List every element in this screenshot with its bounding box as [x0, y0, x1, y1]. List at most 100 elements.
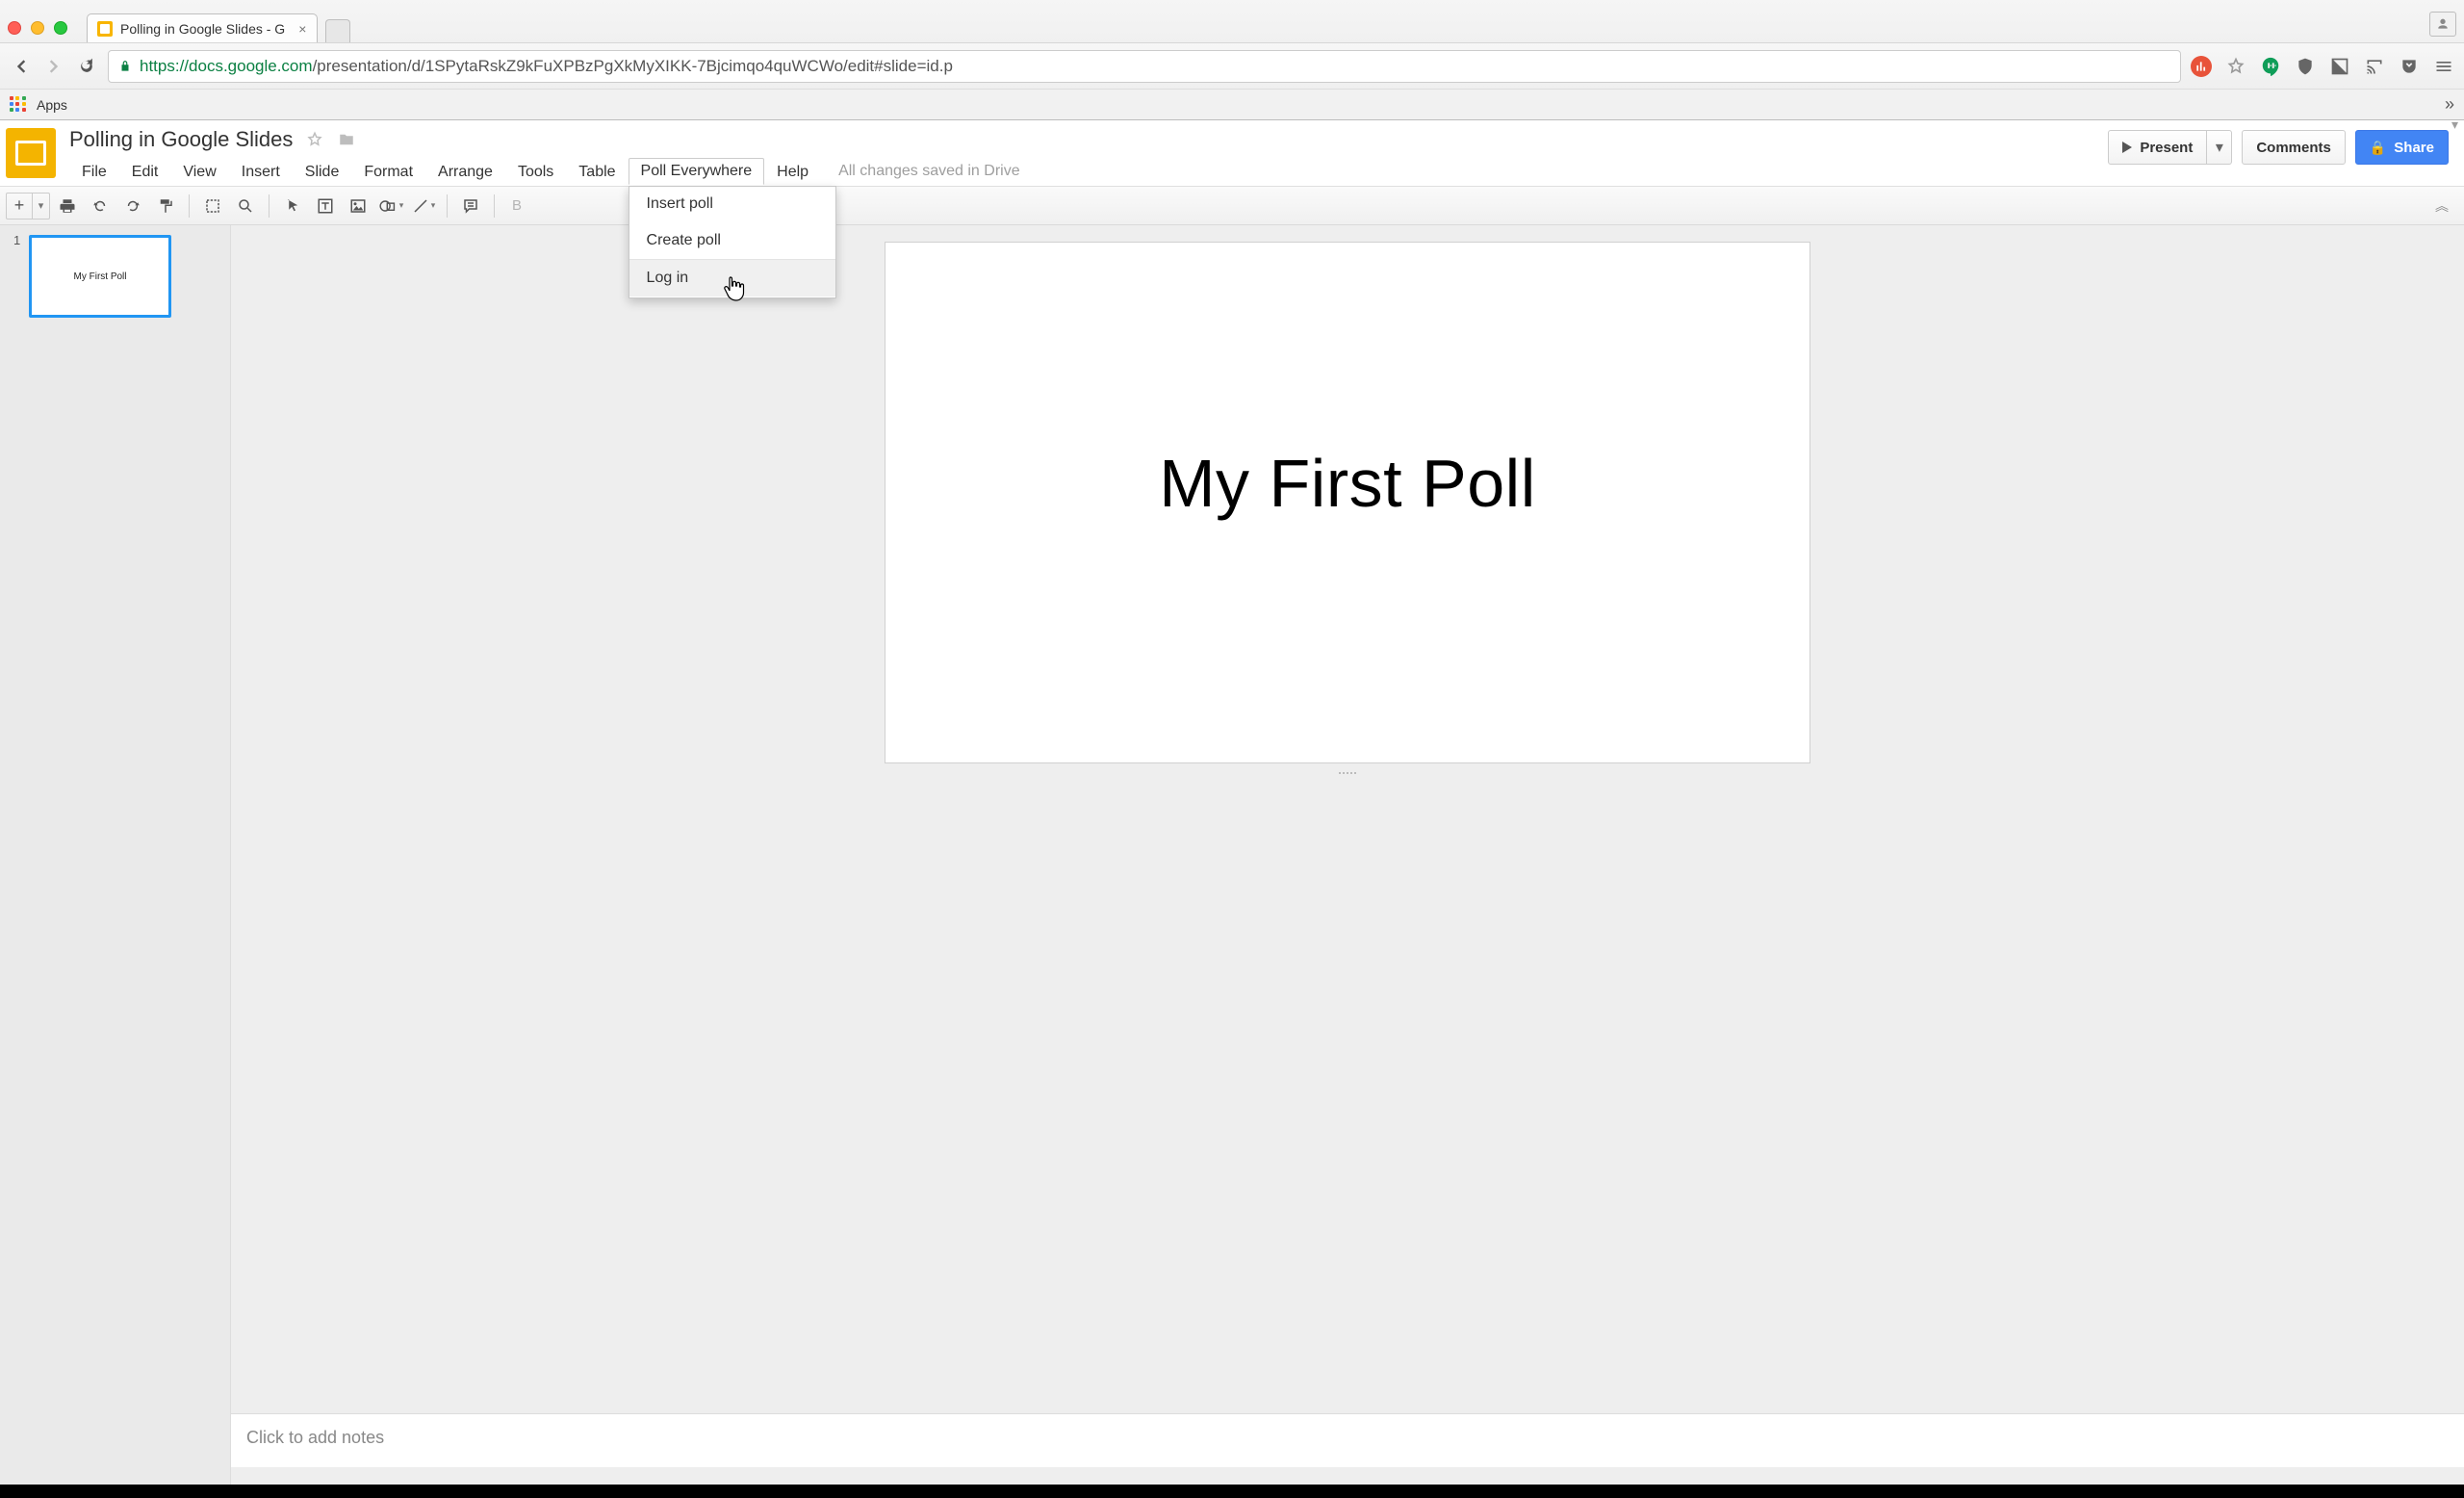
- hamburger-icon: [2434, 57, 2453, 76]
- dropdown-item-create-poll[interactable]: Create poll: [629, 222, 835, 259]
- chrome-menu-button[interactable]: [2433, 56, 2454, 77]
- tab-title: Polling in Google Slides - G: [120, 21, 285, 37]
- select-tool-button[interactable]: [277, 192, 308, 220]
- paint-roller-icon: [157, 197, 174, 215]
- zoom-fit-button[interactable]: [197, 192, 228, 220]
- menu-edit[interactable]: Edit: [119, 159, 171, 185]
- mac-window-controls[interactable]: [8, 21, 67, 35]
- forward-button[interactable]: [42, 55, 65, 78]
- slide-title-text[interactable]: My First Poll: [1159, 445, 1536, 522]
- paint-format-button[interactable]: [150, 192, 181, 220]
- browser-tab-active[interactable]: Polling in Google Slides - G ×: [87, 13, 318, 42]
- redo-icon: [124, 197, 141, 215]
- share-button[interactable]: 🔒 Share: [2355, 130, 2449, 165]
- speaker-notes[interactable]: Click to add notes: [231, 1413, 2464, 1467]
- menu-table[interactable]: Table: [566, 159, 628, 185]
- line-icon: [412, 197, 429, 215]
- redo-button[interactable]: [117, 192, 148, 220]
- arrow-left-icon: [12, 57, 31, 76]
- line-button[interactable]: ▾: [408, 192, 439, 220]
- mac-minimize-icon[interactable]: [31, 21, 44, 35]
- header-actions: Present ▾ Comments 🔒 Share: [2108, 130, 2449, 165]
- person-icon: [2435, 16, 2451, 32]
- poll-everywhere-extension-icon[interactable]: [2191, 56, 2212, 77]
- comment-icon: [462, 197, 479, 215]
- background-button[interactable]: B: [502, 197, 531, 214]
- bottom-border: [0, 1485, 2464, 1498]
- mac-close-icon[interactable]: [8, 21, 21, 35]
- mac-fullscreen-icon[interactable]: [54, 21, 67, 35]
- slide-thumbnail-1[interactable]: 1 My First Poll: [15, 235, 215, 318]
- present-button-group: Present ▾: [2108, 130, 2232, 165]
- image-icon: [349, 197, 367, 215]
- browser-profile-button[interactable]: [2429, 12, 2456, 37]
- menu-poll-everywhere[interactable]: Poll Everywhere: [629, 158, 765, 185]
- browser-chrome: Polling in Google Slides - G × https://d…: [0, 0, 2464, 120]
- shield-icon: [2296, 57, 2315, 76]
- lock-icon: 🔒: [2370, 140, 2386, 156]
- play-icon: [2122, 142, 2132, 153]
- new-slide-button[interactable]: + ▾: [6, 193, 50, 220]
- present-button[interactable]: Present: [2108, 130, 2207, 165]
- move-to-folder-button[interactable]: [337, 131, 356, 148]
- address-bar[interactable]: https://docs.google.com/presentation/d/1…: [108, 50, 2181, 83]
- slide-number: 1: [13, 233, 20, 247]
- reload-button[interactable]: [75, 55, 98, 78]
- thumbnail-title: My First Poll: [74, 271, 127, 282]
- back-button[interactable]: [10, 55, 33, 78]
- share-label: Share: [2394, 140, 2434, 156]
- menu-tools[interactable]: Tools: [505, 159, 566, 185]
- bookmarks-bar: Apps »: [0, 89, 2464, 119]
- text-box-button[interactable]: [310, 192, 341, 220]
- reload-icon: [77, 57, 96, 76]
- account-dropdown-button[interactable]: ▾: [2451, 116, 2458, 133]
- poll-everywhere-dropdown: Insert pollCreate pollLog in: [629, 186, 836, 298]
- comments-label: Comments: [2256, 140, 2331, 156]
- bookmarks-overflow-button[interactable]: »: [2445, 94, 2454, 115]
- cursor-icon: [284, 197, 301, 215]
- notes-resize-handle[interactable]: [1328, 772, 1367, 777]
- comments-button[interactable]: Comments: [2242, 130, 2346, 165]
- bookmark-star-button[interactable]: [2225, 56, 2246, 77]
- document-title[interactable]: Polling in Google Slides: [69, 127, 293, 152]
- hangouts-icon: [2260, 56, 2281, 77]
- dropdown-item-log-in[interactable]: Log in: [629, 260, 835, 297]
- shape-button[interactable]: ▾: [375, 192, 406, 220]
- comment-insert-button[interactable]: [455, 192, 486, 220]
- hangouts-extension-icon[interactable]: [2260, 56, 2281, 77]
- menu-insert[interactable]: Insert: [229, 159, 293, 185]
- extension-icon-1[interactable]: [2295, 56, 2316, 77]
- slide-thumbnail[interactable]: My First Poll: [29, 235, 171, 318]
- cast-extension-icon[interactable]: [2364, 56, 2385, 77]
- menu-slide[interactable]: Slide: [293, 159, 352, 185]
- print-button[interactable]: [52, 192, 83, 220]
- present-dropdown-button[interactable]: ▾: [2207, 130, 2232, 165]
- print-icon: [59, 197, 76, 215]
- apps-grid-icon[interactable]: [10, 96, 27, 114]
- undo-button[interactable]: [85, 192, 116, 220]
- tab-strip: Polling in Google Slides - G ×: [0, 0, 2464, 42]
- new-tab-button[interactable]: [325, 19, 350, 42]
- menu-help[interactable]: Help: [764, 159, 821, 185]
- slide-canvas[interactable]: My First Poll: [886, 243, 1810, 762]
- tab-close-button[interactable]: ×: [298, 21, 306, 37]
- menu-arrange[interactable]: Arrange: [425, 159, 505, 185]
- address-toolbar: https://docs.google.com/presentation/d/1…: [0, 42, 2464, 89]
- extension-icon-2[interactable]: [2329, 56, 2350, 77]
- canvas-area[interactable]: My First Poll Click to add notes: [231, 225, 2464, 1485]
- filmstrip[interactable]: 1 My First Poll: [0, 225, 231, 1485]
- collapse-toolbar-button[interactable]: ︽: [2426, 196, 2458, 216]
- dropdown-item-insert-poll[interactable]: Insert poll: [629, 186, 835, 222]
- menu-file[interactable]: File: [69, 159, 119, 185]
- pocket-extension-icon[interactable]: [2399, 56, 2420, 77]
- bar-chart-icon: [2194, 60, 2208, 73]
- google-slides-logo-icon[interactable]: [6, 128, 56, 178]
- toolbar: + ▾ ▾ ▾ B Transition... ︽ Insert pollCre…: [0, 187, 2464, 225]
- new-slide-dropdown[interactable]: ▾: [32, 194, 49, 219]
- zoom-button[interactable]: [230, 192, 261, 220]
- apps-label[interactable]: Apps: [37, 97, 67, 113]
- menu-format[interactable]: Format: [351, 159, 425, 185]
- image-button[interactable]: [343, 192, 373, 220]
- menu-view[interactable]: View: [170, 159, 228, 185]
- star-document-button[interactable]: [306, 131, 323, 148]
